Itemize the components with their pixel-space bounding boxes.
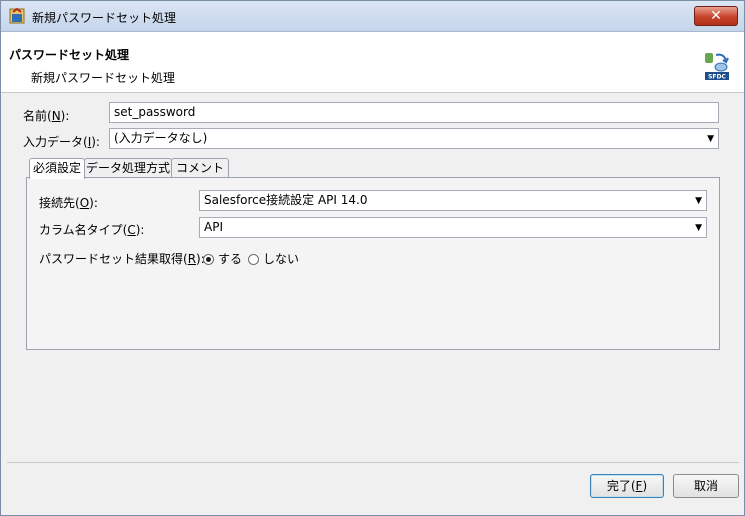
result-yes-option[interactable]: する: [203, 250, 242, 267]
chevron-down-icon: ▼: [695, 223, 702, 233]
window-title: 新規パスワードセット処理: [32, 11, 177, 25]
input-data-select[interactable]: (入力データなし) ▼: [109, 128, 719, 149]
name-label: 名前(N):: [23, 109, 70, 123]
connection-label: 接続先(O):: [39, 196, 98, 210]
column-type-label: カラム名タイプ(C):: [39, 223, 145, 237]
close-icon: ✕: [710, 8, 722, 24]
name-input[interactable]: set_password: [109, 102, 719, 123]
radio-yes[interactable]: [203, 254, 214, 265]
column-type-select[interactable]: API ▼: [199, 217, 707, 238]
sfdc-icon: SFDC: [705, 53, 729, 81]
dialog-header: パスワードセット処理 新規パスワードセット処理 SFDC: [1, 32, 744, 93]
close-button[interactable]: ✕: [694, 6, 738, 26]
chevron-down-icon: ▼: [695, 196, 702, 206]
app-icon: [9, 8, 25, 24]
connection-value: Salesforce接続設定 API 14.0: [204, 193, 368, 207]
tab-required[interactable]: 必須設定: [29, 158, 85, 179]
svg-text:SFDC: SFDC: [708, 74, 726, 81]
header-title: パスワードセット処理: [9, 48, 130, 62]
cancel-button[interactable]: 取消: [673, 474, 739, 498]
footer-divider: [7, 462, 739, 463]
tab-data-processing[interactable]: データ処理方式: [84, 158, 172, 177]
input-data-value: (入力データなし): [114, 131, 208, 145]
tab-comment[interactable]: コメント: [171, 158, 229, 177]
result-label: パスワードセット結果取得(R):: [39, 252, 205, 266]
dialog-window: 新規パスワードセット処理 ✕ パスワードセット処理 新規パスワードセット処理 S…: [0, 0, 745, 516]
column-type-value: API: [204, 220, 223, 234]
connection-select[interactable]: Salesforce接続設定 API 14.0 ▼: [199, 190, 707, 211]
chevron-down-icon: ▼: [707, 134, 714, 144]
radio-no[interactable]: [248, 254, 259, 265]
finish-button[interactable]: 完了(F): [590, 474, 664, 498]
result-no-option[interactable]: しない: [248, 250, 299, 267]
input-data-label: 入力データ(I):: [23, 135, 100, 149]
header-subtitle: 新規パスワードセット処理: [31, 71, 176, 85]
title-bar[interactable]: 新規パスワードセット処理 ✕: [1, 1, 744, 32]
tab-panel-required: 接続先(O): Salesforce接続設定 API 14.0 ▼ カラム名タイ…: [26, 177, 720, 350]
